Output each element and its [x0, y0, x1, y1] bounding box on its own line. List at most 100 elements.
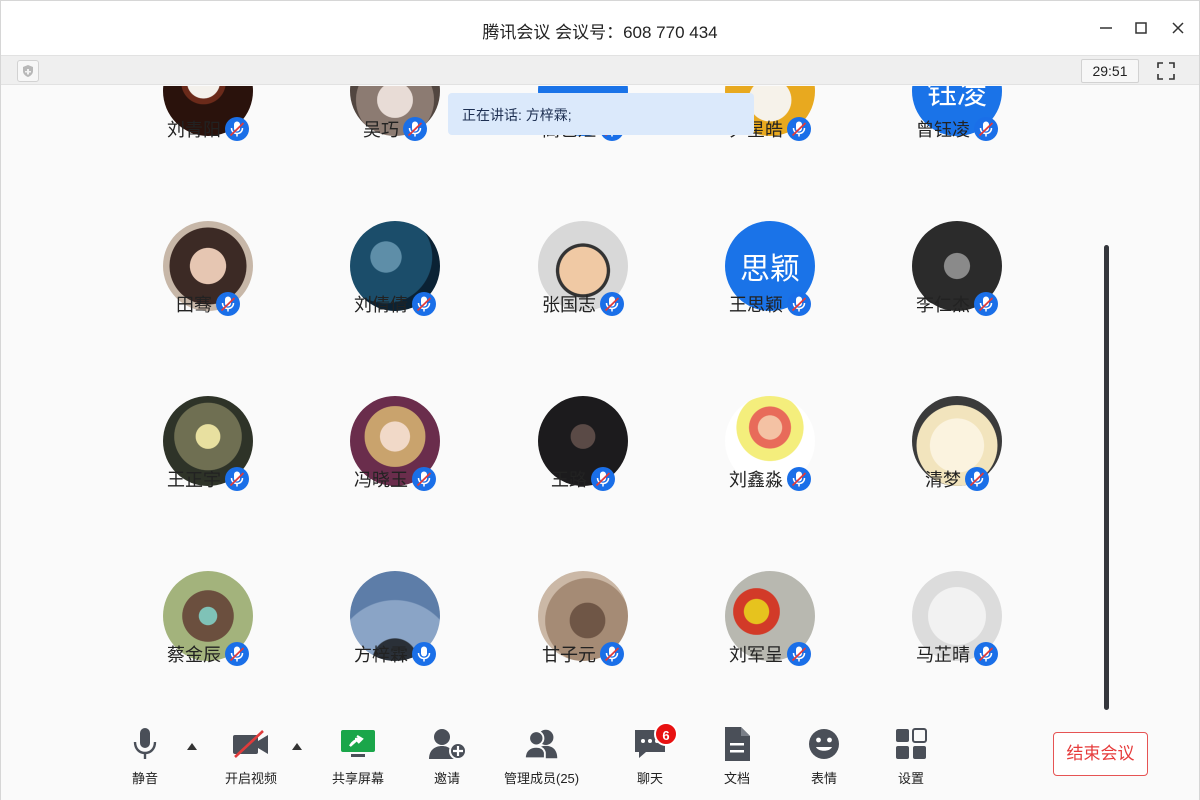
active-speaker-toast: 正在讲话: 方梓霖;	[448, 93, 754, 135]
window-title: 腾讯会议 会议号：608 770 434	[482, 23, 718, 42]
chat-icon: 6	[630, 722, 678, 762]
settings-label: 设置	[897, 771, 924, 786]
microphone-muted-icon	[787, 292, 811, 316]
video-off-icon	[231, 726, 271, 762]
reactions-button[interactable]: 表情	[804, 726, 844, 787]
add-user-icon	[427, 726, 467, 762]
grid-scrollbar[interactable]	[1104, 245, 1109, 710]
participant-tile[interactable]: 蔡金辰	[118, 571, 298, 701]
participant-name: 王路	[551, 470, 587, 490]
share-screen-icon	[338, 726, 378, 762]
microphone-muted-icon	[412, 292, 436, 316]
participant-tile[interactable]: 方梓霖	[305, 571, 485, 701]
share-screen-label: 共享屏幕	[332, 771, 385, 786]
participant-name-row: 李仁杰	[867, 291, 1047, 317]
participant-name-row: 冯晓玉	[305, 466, 485, 492]
participant-tile[interactable]: 王路	[493, 396, 673, 526]
participant-tile[interactable]: 李仁杰	[867, 221, 1047, 351]
audio-options-caret[interactable]	[186, 740, 198, 752]
meeting-window: 腾讯会议 会议号：608 770 434 29:51 刘青阳吴巧高艺烜尹星皓钰凌…	[0, 0, 1200, 800]
participant-name-row: 方梓霖	[305, 641, 485, 667]
maximize-button[interactable]	[1128, 15, 1154, 41]
mute-button[interactable]: 静音	[125, 726, 165, 787]
microphone-muted-icon	[965, 467, 989, 491]
participant-tile[interactable]: 刘倩倩	[305, 221, 485, 351]
microphone-muted-icon	[787, 467, 811, 491]
shield-icon	[23, 65, 33, 77]
participant-tile[interactable]: 刘青阳	[118, 86, 298, 176]
chat-unread-badge: 6	[654, 722, 678, 746]
security-button[interactable]	[17, 60, 39, 82]
document-icon	[717, 726, 757, 762]
caret-up-icon	[187, 742, 197, 750]
invite-label: 邀请	[433, 771, 460, 786]
participant-name-row: 刘军呈	[680, 641, 860, 667]
share-screen-button[interactable]: 共享屏幕	[332, 726, 384, 787]
minimize-button[interactable]	[1093, 15, 1119, 41]
participant-name: 冯晓玉	[354, 470, 408, 490]
participant-tile[interactable]: 钰凌 曾钰凌	[867, 86, 1047, 176]
microphone-muted-icon	[600, 292, 624, 316]
microphone-muted-icon	[225, 467, 249, 491]
participant-name-row: 刘倩倩	[305, 291, 485, 317]
emoji-icon	[804, 726, 844, 762]
fullscreen-button[interactable]	[1154, 59, 1178, 83]
participant-tile[interactable]: 田骞	[118, 221, 298, 351]
meeting-toolbar: 静音 开启视频 共享屏幕 邀请 管理成员(25) 6 聊天 文档 表情 设置 结…	[1, 716, 1199, 800]
participant-tile[interactable]: 清梦	[867, 396, 1047, 526]
participant-name-row: 王思颖	[680, 291, 860, 317]
caret-up-icon	[292, 742, 302, 750]
microphone-muted-icon	[216, 292, 240, 316]
participant-name: 李仁杰	[916, 295, 970, 315]
participant-tile[interactable]: 甘子元	[493, 571, 673, 701]
microphone-muted-icon	[974, 117, 998, 141]
participant-name: 刘军呈	[729, 645, 783, 665]
fullscreen-icon	[1157, 62, 1175, 80]
participant-tile[interactable]: 刘鑫淼	[680, 396, 860, 526]
participant-name-row: 清梦	[867, 466, 1047, 492]
invite-button[interactable]: 邀请	[427, 726, 467, 787]
participant-name-row: 王路	[493, 466, 673, 492]
participant-name-row: 马芷晴	[867, 641, 1047, 667]
participant-grid: 刘青阳吴巧高艺烜尹星皓钰凌曾钰凌田骞刘倩倩张国志思颖王思颖李仁杰王正宇冯晓玉王路…	[1, 86, 1199, 716]
chat-button[interactable]: 6 聊天	[630, 722, 678, 787]
participant-name-row: 刘鑫淼	[680, 466, 860, 492]
manage-members-button[interactable]: 管理成员(25)	[504, 726, 579, 787]
participant-tile[interactable]: 刘军呈	[680, 571, 860, 701]
video-button[interactable]: 开启视频	[225, 726, 277, 787]
status-bar: 29:51	[1, 55, 1199, 85]
microphone-muted-icon	[225, 642, 249, 666]
video-options-caret[interactable]	[291, 740, 303, 752]
mute-label: 静音	[131, 771, 158, 786]
participant-tile[interactable]: 马芷晴	[867, 571, 1047, 701]
title-bar: 腾讯会议 会议号：608 770 434	[1, 1, 1199, 55]
participant-name: 蔡金辰	[167, 645, 221, 665]
grid-settings-icon	[891, 726, 931, 762]
close-button[interactable]	[1165, 15, 1191, 41]
participant-name-row: 甘子元	[493, 641, 673, 667]
participant-tile[interactable]: 思颖 王思颖	[680, 221, 860, 351]
participant-name-row: 王正宇	[118, 466, 298, 492]
manage-members-label: 管理成员(25)	[504, 771, 580, 786]
participant-tile[interactable]: 张国志	[493, 221, 673, 351]
participant-tile[interactable]: 王正宇	[118, 396, 298, 526]
participant-name-row: 田骞	[118, 291, 298, 317]
microphone-muted-icon	[787, 642, 811, 666]
settings-button[interactable]: 设置	[891, 726, 931, 787]
participant-name: 刘青阳	[167, 120, 221, 140]
end-meeting-button[interactable]: 结束会议	[1053, 732, 1148, 776]
microphone-muted-icon	[974, 642, 998, 666]
participant-name: 方梓霖	[354, 645, 408, 665]
participant-name: 刘倩倩	[354, 295, 408, 315]
documents-button[interactable]: 文档	[717, 726, 757, 787]
documents-label: 文档	[723, 771, 750, 786]
maximize-icon	[1135, 22, 1147, 34]
members-icon	[522, 726, 562, 762]
participant-name: 王思颖	[729, 295, 783, 315]
video-label: 开启视频	[225, 771, 278, 786]
participant-name: 刘鑫淼	[729, 470, 783, 490]
meeting-timer: 29:51	[1081, 59, 1139, 83]
participant-name: 田骞	[176, 295, 212, 315]
microphone-muted-icon	[403, 117, 427, 141]
participant-tile[interactable]: 冯晓玉	[305, 396, 485, 526]
